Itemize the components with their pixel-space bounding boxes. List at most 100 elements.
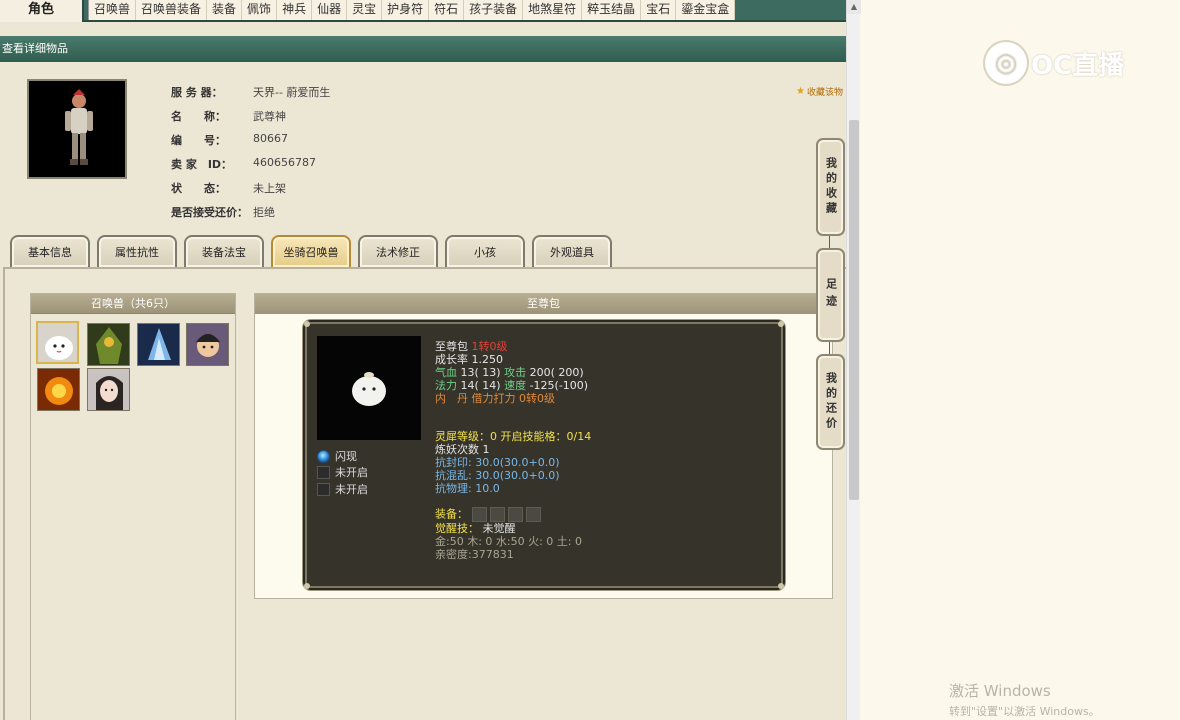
- scrollbar-thumb[interactable]: [849, 120, 859, 500]
- tab-equipment[interactable]: 装备: [207, 0, 243, 20]
- pet-icon-3[interactable]: [137, 323, 180, 366]
- info-value: 未上架: [253, 182, 286, 195]
- tab-divine-weapon[interactable]: 神兵: [277, 0, 313, 20]
- tab-pet-equipment[interactable]: 召唤兽装备: [136, 0, 208, 20]
- pet-level: 1转0级: [471, 340, 508, 353]
- tab-immortal-item[interactable]: 仙器: [312, 0, 348, 20]
- pet-icon-1[interactable]: [36, 321, 79, 364]
- awaken-value: 未觉醒: [482, 522, 516, 535]
- tab-spell-correction[interactable]: 法术修正: [358, 235, 438, 267]
- category-tab-bar: 角色 召唤兽 召唤兽装备 装备 佩饰 神兵 仙器 灵宝 护身符 符石 孩子装备 …: [0, 0, 846, 22]
- mp-label: 法力: [435, 379, 461, 392]
- character-avatar: [27, 79, 127, 179]
- equip-slot[interactable]: [507, 507, 523, 522]
- pet-detail-panel: 至尊包 闪现 未开启 未开启 至尊包 1转0级 成长率 1.250 气血 13(…: [254, 293, 833, 599]
- tab-gem[interactable]: 宝石: [641, 0, 677, 20]
- pet-detail-header: 至尊包: [255, 294, 832, 314]
- atk-label: 攻击: [500, 366, 530, 379]
- my-favorites-label: 我的收藏: [824, 157, 838, 217]
- locked-skill-icon: [317, 482, 330, 496]
- info-value: 天界-- 蔚爱而生: [253, 86, 331, 99]
- my-bargain-label: 我的还价: [824, 372, 838, 432]
- page-scrollbar[interactable]: ▲: [846, 0, 861, 720]
- hp-label: 气血: [435, 366, 461, 379]
- my-bargain-button[interactable]: 我的还价: [816, 354, 845, 450]
- pet-list-header: 召唤兽（共6只）: [31, 294, 235, 314]
- pet-name: 至尊包: [435, 340, 468, 353]
- pet-icon-4[interactable]: [186, 323, 229, 366]
- skill-row-2: 未开启: [317, 464, 368, 480]
- equip-slot[interactable]: [489, 507, 505, 522]
- tab-spirit-treasure[interactable]: 灵宝: [347, 0, 383, 20]
- info-label: 名 称：: [171, 110, 226, 123]
- growth-rate: 成长率 1.250: [435, 353, 503, 366]
- mp-value: 14( 14): [460, 379, 501, 392]
- equip-slot[interactable]: [525, 507, 541, 522]
- windows-activation-watermark: 激活 Windows 转到"设置"以激活 Windows。: [949, 680, 1100, 719]
- elements-line: 金:50 木: 0 水:50 火: 0 土: 0: [435, 535, 582, 548]
- tab-basic-info[interactable]: 基本信息: [10, 235, 90, 267]
- pet-icon-6[interactable]: [87, 368, 130, 411]
- hp-atk-line: 气血 13( 13) 攻击 200( 200): [435, 366, 584, 379]
- info-value: 460656787: [253, 156, 316, 169]
- equip-slot[interactable]: [471, 507, 487, 522]
- flash-skill-icon: [317, 449, 330, 463]
- skill-label: 未开启: [335, 483, 368, 496]
- pet-icon-5[interactable]: [37, 368, 80, 411]
- tab-equipment-magic[interactable]: 装备法宝: [184, 235, 264, 267]
- info-server: 服 务 器： 天界-- 蔚爱而生: [171, 84, 330, 100]
- resist-chaos: 抗混乱: 30.0(30.0+0.0): [435, 469, 560, 482]
- tab-child-equipment[interactable]: 孩子装备: [464, 0, 524, 20]
- section-tab-bar: 基本信息 属性抗性 装备法宝 坐骑召唤兽 法术修正 小孩 外观道具: [10, 235, 612, 267]
- tab-rune-stone[interactable]: 符石: [429, 0, 465, 20]
- my-favorites-button[interactable]: 我的收藏: [816, 138, 845, 236]
- tab-accessory[interactable]: 佩饰: [242, 0, 278, 20]
- awaken-line: 觉醒技： 未觉醒: [435, 522, 516, 535]
- mp-spd-line: 法力 14( 14) 速度 -125(-100): [435, 379, 588, 392]
- spd-value: -125(-100): [529, 379, 589, 392]
- tab-amulet[interactable]: 护身符: [382, 0, 430, 20]
- locked-skill-icon: [317, 465, 330, 479]
- tab-child[interactable]: 小孩: [445, 235, 525, 267]
- tab-jade-crystal[interactable]: 粹玉结晶: [582, 0, 642, 20]
- equipment-line: 装备：: [435, 507, 544, 522]
- tab-gold-box[interactable]: 鎏金宝盒: [676, 0, 736, 20]
- pet-stat-card: 闪现 未开启 未开启 至尊包 1转0级 成长率 1.250 气血 13( 13)…: [304, 321, 784, 589]
- info-bargain: 是否接受还价： 拒绝: [171, 204, 275, 220]
- favorite-link[interactable]: ★ 收藏该物: [796, 85, 843, 98]
- info-number: 编 号： 80667: [171, 132, 288, 148]
- oc-logo-text: OC直播: [1031, 50, 1125, 81]
- scroll-up-arrow-icon[interactable]: ▲: [847, 0, 861, 14]
- info-value: 80667: [253, 132, 288, 145]
- spd-label: 速度: [500, 379, 530, 392]
- skill-row-1[interactable]: 闪现: [317, 448, 357, 464]
- divider: [829, 236, 830, 248]
- resist-seal: 抗封印: 30.0(30.0+0.0): [435, 456, 560, 469]
- page-title: 查看详细物品: [0, 36, 846, 62]
- divider: [829, 342, 830, 354]
- tab-star-talisman[interactable]: 地煞星符: [523, 0, 583, 20]
- tab-mount-pet[interactable]: 坐骑召唤兽: [271, 235, 351, 267]
- atk-value: 200( 200): [529, 366, 584, 379]
- tab-appearance[interactable]: 外观道具: [532, 235, 612, 267]
- spirit-level-line: 灵犀等级：0 开启技能格：0/14: [435, 430, 592, 443]
- footprints-button[interactable]: 足迹: [816, 248, 845, 342]
- footprints-label: 足迹: [824, 278, 838, 312]
- info-seller-id: 卖 家 ID： 460656787: [171, 156, 316, 172]
- activation-title: 激活 Windows: [949, 682, 1051, 700]
- info-value: 武尊神: [253, 110, 286, 123]
- skill-label: 闪现: [335, 450, 357, 463]
- tab-pet[interactable]: 召唤兽: [89, 0, 137, 20]
- skill-label: 未开启: [335, 466, 368, 479]
- pet-icon-2[interactable]: [87, 323, 130, 366]
- info-label: 卖 家 ID：: [171, 158, 233, 171]
- activation-subtitle: 转到"设置"以激活 Windows。: [949, 705, 1100, 718]
- refine-count: 炼妖次数 1: [435, 443, 490, 456]
- info-label: 编 号：: [171, 134, 226, 147]
- oc-live-watermark-logo: ◎ OC直播: [985, 42, 1124, 84]
- awaken-label: 觉醒技：: [435, 522, 479, 535]
- info-status: 状 态： 未上架: [171, 180, 286, 196]
- tab-role[interactable]: 角色: [0, 0, 84, 22]
- tab-attributes[interactable]: 属性抗性: [97, 235, 177, 267]
- info-label: 状 态：: [171, 182, 226, 195]
